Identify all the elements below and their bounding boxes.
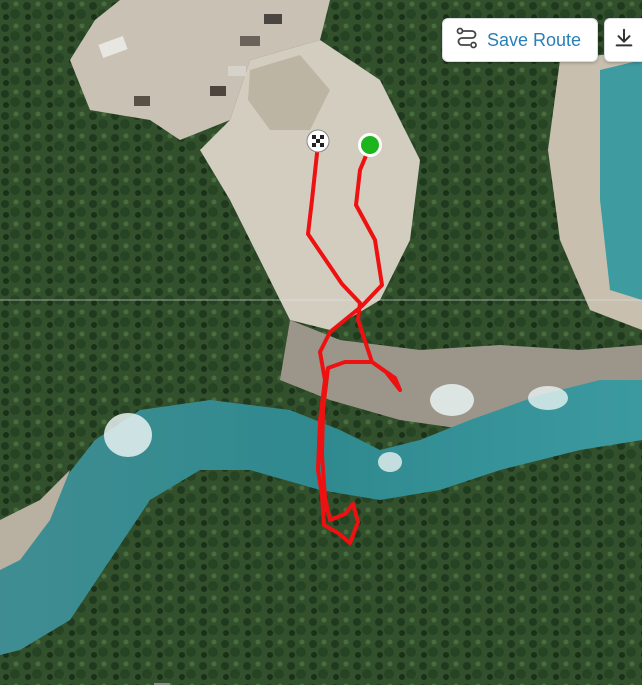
vehicle [134, 96, 150, 106]
start-marker[interactable] [358, 133, 382, 157]
satellite-map[interactable] [0, 0, 642, 685]
vehicle [240, 36, 260, 46]
rapids [430, 384, 474, 416]
route-icon [455, 26, 479, 55]
download-icon [613, 27, 635, 54]
rapids [528, 386, 568, 410]
vehicle [264, 14, 282, 24]
save-route-label: Save Route [486, 29, 581, 50]
vehicle [228, 66, 246, 76]
finish-marker[interactable] [306, 129, 330, 153]
map-toolbar: Save Route [441, 18, 642, 62]
rapids [104, 413, 152, 457]
rapids [378, 452, 402, 472]
download-button[interactable] [604, 18, 642, 62]
save-route-button[interactable]: Save Route [441, 18, 598, 62]
vehicle [210, 86, 226, 96]
